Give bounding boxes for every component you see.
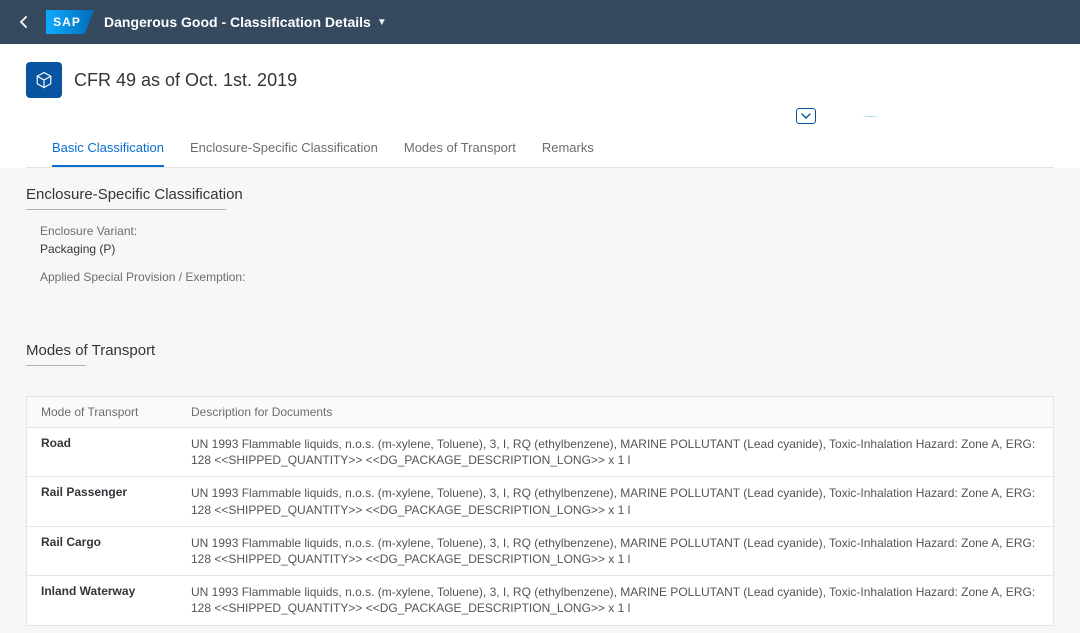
cell-desc: UN 1993 Flammable liquids, n.o.s. (m-xyl… [191, 584, 1039, 616]
table-header: Mode of Transport Description for Docume… [27, 397, 1053, 428]
enclosure-variant-label: Enclosure Variant: [40, 224, 137, 238]
tab-remarks[interactable]: Remarks [542, 130, 594, 167]
cell-mode: Rail Cargo [41, 535, 181, 567]
content-area[interactable]: Enclosure-Specific Classification Enclos… [0, 168, 1080, 633]
col-header-mode: Mode of Transport [41, 405, 181, 419]
tab-modes-of-transport[interactable]: Modes of Transport [404, 130, 516, 167]
table-row[interactable]: Rail Passenger UN 1993 Flammable liquids… [27, 477, 1053, 526]
object-icon [26, 62, 62, 98]
table-row[interactable]: Road UN 1993 Flammable liquids, n.o.s. (… [27, 428, 1053, 477]
cell-desc: UN 1993 Flammable liquids, n.o.s. (m-xyl… [191, 485, 1039, 517]
cell-mode: Road [41, 436, 181, 468]
header-collapse-button[interactable] [796, 108, 816, 124]
tab-enclosure-specific[interactable]: Enclosure-Specific Classification [190, 130, 378, 167]
table-row[interactable]: Rail Cargo UN 1993 Flammable liquids, n.… [27, 527, 1053, 576]
page-title-text: Dangerous Good - Classification Details [104, 14, 371, 30]
cell-desc: UN 1993 Flammable liquids, n.o.s. (m-xyl… [191, 535, 1039, 567]
section-title-enclosure: Enclosure-Specific Classification [26, 186, 1054, 203]
caret-down-icon: ▼ [377, 17, 387, 28]
back-button[interactable] [12, 10, 36, 34]
chevron-left-icon [18, 16, 30, 28]
cell-desc: UN 1993 Flammable liquids, n.o.s. (m-xyl… [191, 436, 1039, 468]
chevron-down-icon [801, 112, 811, 120]
page-title-dropdown[interactable]: Dangerous Good - Classification Details … [104, 14, 387, 30]
section-underline [26, 365, 86, 366]
anchor-bar: Basic Classification Enclosure-Specific … [26, 130, 1054, 168]
col-header-desc: Description for Documents [191, 405, 1039, 419]
enclosure-variant-value: Packaging (P) [40, 242, 115, 256]
sap-logo: SAP [46, 10, 94, 34]
cube-icon [35, 71, 53, 89]
shellbar: SAP Dangerous Good - Classification Deta… [0, 0, 1080, 44]
object-page-header: CFR 49 as of Oct. 1st. 2019 Basic Classi… [0, 44, 1080, 168]
applied-exemption-label: Applied Special Provision / Exemption: [40, 270, 245, 284]
modes-table: Mode of Transport Description for Docume… [26, 396, 1054, 626]
cell-mode: Rail Passenger [41, 485, 181, 517]
cell-mode: Inland Waterway [41, 584, 181, 616]
tab-basic-classification[interactable]: Basic Classification [52, 130, 164, 167]
object-title: CFR 49 as of Oct. 1st. 2019 [74, 70, 297, 91]
table-row[interactable]: Inland Waterway UN 1993 Flammable liquid… [27, 576, 1053, 624]
section-underline [26, 209, 226, 210]
section-title-modes: Modes of Transport [26, 342, 1054, 359]
